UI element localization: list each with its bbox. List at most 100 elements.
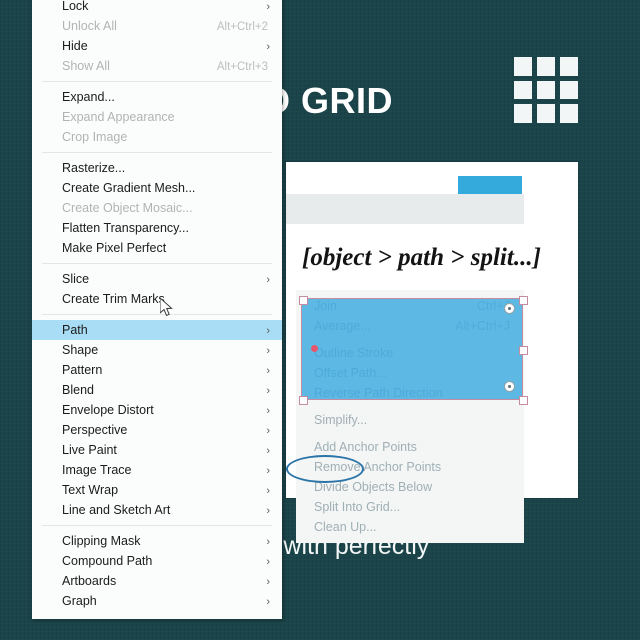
menu-item-create-trim-marks[interactable]: Create Trim Marks: [32, 289, 282, 309]
menu-item-pattern[interactable]: Pattern ›: [32, 360, 282, 380]
menu-item-label: Shape: [62, 343, 99, 357]
menu-item-label: Expand Appearance: [62, 110, 175, 124]
menu-item-create-gradient-mesh[interactable]: Create Gradient Mesh...: [32, 178, 282, 198]
grid-cell: [537, 104, 555, 123]
selected-rectangle-artwork[interactable]: [301, 298, 523, 400]
menu-item-label: Artboards: [62, 574, 117, 588]
menu-item-unlock-all: Unlock All Alt+Ctrl+2: [32, 16, 282, 36]
menu-item-label: Slice: [62, 272, 90, 286]
selection-handle-tl[interactable]: [298, 295, 308, 305]
grid-cell: [560, 80, 578, 100]
menu-item-show-all: Show All Alt+Ctrl+3: [32, 56, 282, 76]
menu-item-right: ›: [266, 420, 270, 441]
grid-cell: [560, 104, 578, 123]
submenu-item-clean-up[interactable]: Clean Up...: [296, 517, 524, 537]
chevron-right-icon: ›: [266, 40, 270, 53]
menu-item-label: Hide: [62, 39, 88, 53]
menu-item-live-paint[interactable]: Live Paint ›: [32, 440, 282, 460]
menu-item-crop-image: Crop Image: [32, 127, 282, 147]
menu-item-shortcut: Alt+Ctrl+2: [216, 20, 268, 33]
object-menu[interactable]: Lock › Unlock All Alt+Ctrl+2 Hide › Show All Al…: [32, 0, 282, 619]
submenu-item-split-into-grid[interactable]: Split Into Grid...: [296, 497, 524, 517]
selection-handle-tr[interactable]: [518, 295, 528, 305]
menu-item-slice[interactable]: Slice ›: [32, 269, 282, 289]
menu-item-lock[interactable]: Lock ›: [32, 0, 282, 16]
menu-item-right: ›: [266, 480, 270, 501]
menu-item-label: Show All: [62, 59, 110, 73]
menu-item-shape[interactable]: Shape ›: [32, 340, 282, 360]
submenu-item-add-anchor-points[interactable]: Add Anchor Points: [296, 437, 524, 457]
menu-item-make-pixel-perfect[interactable]: Make Pixel Perfect: [32, 238, 282, 258]
menu-item-expand[interactable]: Expand...: [32, 87, 282, 107]
submenu-item-label: Simplify...: [314, 413, 368, 427]
menu-item-label: Crop Image: [62, 130, 128, 144]
menu-item-artboards[interactable]: Artboards ›: [32, 571, 282, 591]
menu-item-right: ›: [266, 440, 270, 461]
app-grey-bar: [286, 194, 524, 224]
menu-item-label: Unlock All: [62, 19, 117, 33]
submenu-item-simplify[interactable]: Simplify...: [296, 410, 524, 430]
app-toolbar: [286, 162, 578, 186]
menu-item-shortcut: Alt+Ctrl+3: [216, 60, 268, 73]
menu-item-right: ›: [266, 500, 270, 521]
menu-item-hide[interactable]: Hide ›: [32, 36, 282, 56]
chevron-right-icon: ›: [266, 384, 270, 397]
grid-cell: [537, 57, 555, 76]
menu-item-right: ›: [266, 531, 270, 552]
anchor-point-bottom[interactable]: [504, 381, 515, 392]
chevron-right-icon: ›: [266, 424, 270, 437]
menu-item-clipping-mask[interactable]: Clipping Mask ›: [32, 531, 282, 551]
menu-item-right: Alt+Ctrl+2: [217, 16, 270, 37]
menu-item-envelope-distort[interactable]: Envelope Distort ›: [32, 400, 282, 420]
grid-3x3-icon: [514, 57, 578, 123]
submenu-separator: [296, 403, 524, 410]
menu-item-label: Envelope Distort: [62, 403, 154, 417]
menu-separator: [42, 81, 272, 82]
annotation-ellipse-divide-objects: [286, 455, 364, 483]
menu-item-label: Pattern: [62, 363, 103, 377]
menu-item-right: ›: [266, 460, 270, 481]
menu-item-label: Graph: [62, 594, 97, 608]
menu-item-right: Alt+Ctrl+3: [217, 56, 270, 77]
grid-cell: [514, 57, 532, 76]
menu-separator: [42, 263, 272, 264]
submenu-item-label: Clean Up...: [314, 520, 377, 534]
chevron-right-icon: ›: [266, 344, 270, 357]
live-corner-dot[interactable]: [311, 345, 318, 352]
menu-item-perspective[interactable]: Perspective ›: [32, 420, 282, 440]
menu-item-right: ›: [266, 360, 270, 381]
menu-item-label: Live Paint: [62, 443, 117, 457]
menu-item-right: ›: [266, 0, 270, 17]
chevron-right-icon: ›: [266, 273, 270, 286]
menu-item-right: ›: [266, 269, 270, 290]
chevron-right-icon: ›: [266, 464, 270, 477]
menu-item-right: ›: [266, 551, 270, 572]
chevron-right-icon: ›: [266, 444, 270, 457]
menu-item-right: ›: [266, 36, 270, 57]
menu-item-graph[interactable]: Graph ›: [32, 591, 282, 611]
selection-handle-bl[interactable]: [298, 395, 308, 405]
menu-item-line-and-sketch-art[interactable]: Line and Sketch Art ›: [32, 500, 282, 520]
app-blue-bar: [458, 176, 522, 194]
menu-item-label: Perspective: [62, 423, 128, 437]
menu-item-rasterize[interactable]: Rasterize...: [32, 158, 282, 178]
chevron-right-icon: ›: [266, 324, 270, 337]
menu-separator: [42, 152, 272, 153]
menu-item-label: Compound Path: [62, 554, 153, 568]
menu-item-image-trace[interactable]: Image Trace ›: [32, 460, 282, 480]
menu-item-right: ›: [266, 591, 270, 612]
menu-item-path[interactable]: Path ›: [32, 320, 282, 340]
grid-cell: [560, 57, 578, 76]
anchor-point-top[interactable]: [504, 303, 515, 314]
selection-handle-br[interactable]: [518, 395, 528, 405]
menu-item-blend[interactable]: Blend ›: [32, 380, 282, 400]
submenu-item-label: Add Anchor Points: [314, 440, 417, 454]
chevron-right-icon: ›: [266, 0, 270, 13]
menu-item-text-wrap[interactable]: Text Wrap ›: [32, 480, 282, 500]
menu-item-label: Create Trim Marks: [62, 292, 165, 306]
menu-item-right: ›: [266, 380, 270, 401]
menu-item-compound-path[interactable]: Compound Path ›: [32, 551, 282, 571]
selection-handle-mr[interactable]: [518, 345, 528, 355]
chevron-right-icon: ›: [266, 595, 270, 608]
menu-item-flatten-transparency[interactable]: Flatten Transparency...: [32, 218, 282, 238]
